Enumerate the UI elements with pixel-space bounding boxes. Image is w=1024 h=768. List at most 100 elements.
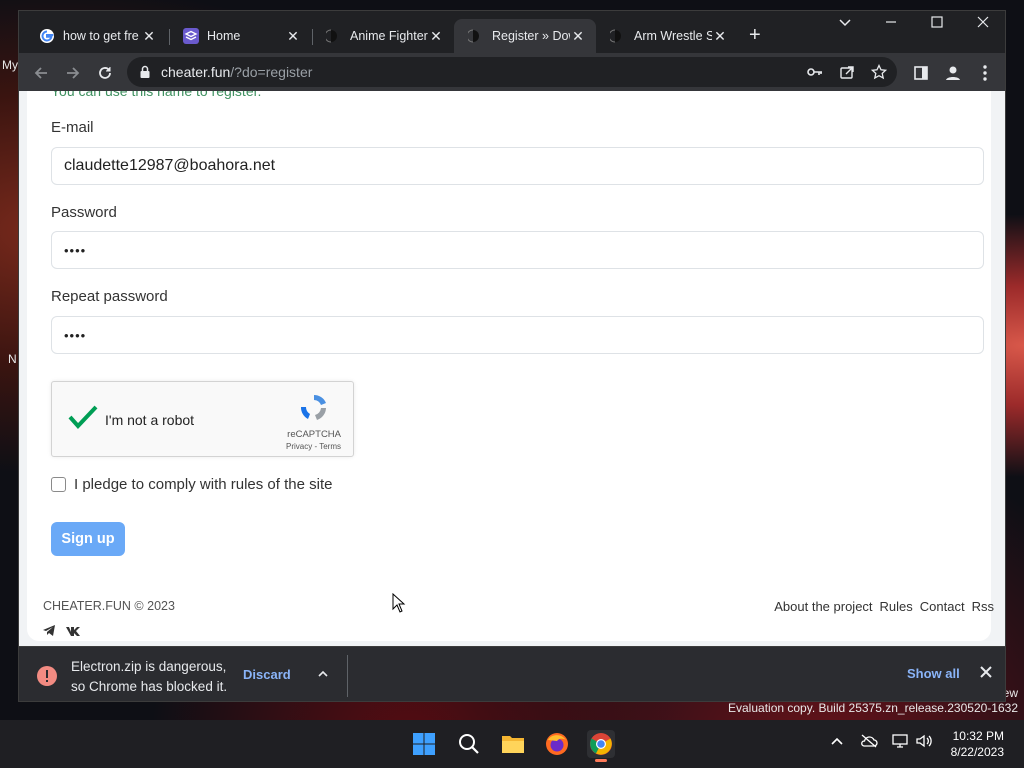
maximize-button[interactable] <box>914 15 960 31</box>
cheater-icon <box>468 28 484 44</box>
tab-register[interactable]: Register » Dow ✕ <box>454 19 596 53</box>
person-icon <box>946 66 960 80</box>
tab-search-button[interactable] <box>822 15 868 32</box>
url-text: cheater.fun/?do=register <box>161 64 312 80</box>
close-icon[interactable]: ✕ <box>428 28 444 45</box>
system-clock[interactable]: 10:32 PM 8/22/2023 <box>951 728 1004 760</box>
clock-time: 10:32 PM <box>952 729 1004 743</box>
kebab-menu-icon <box>983 65 987 81</box>
recaptcha-label: I'm not a robot <box>105 412 195 428</box>
side-panel-button[interactable] <box>909 61 933 85</box>
desktop-label: N <box>8 352 17 366</box>
browser-window: how to get fre ✕ Home ✕ Anime Fighter ✕ … <box>18 10 1006 702</box>
checkmark-icon[interactable] <box>68 404 98 435</box>
browser-toolbar: cheater.fun/?do=register <box>19 53 1005 91</box>
start-icon[interactable] <box>410 730 438 758</box>
profile-button[interactable] <box>941 61 965 85</box>
register-card: You can use this name to register. E-mai… <box>27 91 991 641</box>
tab-anime-fighter[interactable]: Anime Fighter ✕ <box>312 19 454 53</box>
repeat-password-field[interactable]: •••• <box>51 316 984 354</box>
taskbar: 10:32 PM 8/22/2023 <box>0 720 1024 768</box>
close-icon[interactable]: ✕ <box>712 28 728 45</box>
close-window-button[interactable] <box>960 15 1005 31</box>
lock-icon[interactable] <box>139 65 151 84</box>
pledge-checkbox[interactable] <box>51 477 66 492</box>
cloud-offline-icon[interactable] <box>860 734 878 753</box>
close-icon[interactable] <box>979 665 993 684</box>
tab-title: Register » Dow <box>492 29 570 43</box>
desktop-label: My <box>2 58 18 72</box>
new-tab-button[interactable]: + <box>749 25 761 45</box>
stack-icon <box>183 28 199 44</box>
chrome-icon[interactable] <box>587 730 615 762</box>
recaptcha-brand: reCAPTCHA <box>287 429 341 440</box>
footer-link-about[interactable]: About the project <box>774 599 872 614</box>
tab-arm-wrestle[interactable]: Arm Wrestle S ✕ <box>596 19 738 53</box>
warning-icon <box>36 665 58 692</box>
chevron-up-icon[interactable] <box>830 734 844 752</box>
search-icon[interactable] <box>455 730 483 758</box>
telegram-icon[interactable] <box>43 623 55 641</box>
network-icon[interactable] <box>892 734 910 753</box>
download-warning-line: Electron.zip is dangerous, <box>71 659 227 674</box>
email-field[interactable]: claudette12987@boahora.net <box>51 147 984 185</box>
cheater-icon <box>610 28 626 44</box>
key-icon[interactable] <box>807 65 823 84</box>
footer-link-contact[interactable]: Contact <box>920 599 965 614</box>
clock-date: 8/22/2023 <box>950 745 1004 759</box>
pledge-checkbox-row[interactable]: I pledge to comply with rules of the sit… <box>51 476 332 493</box>
download-divider <box>347 655 348 697</box>
close-icon[interactable]: ✕ <box>141 28 157 45</box>
url-path: /?do=register <box>230 64 313 80</box>
sign-up-button[interactable]: Sign up <box>51 522 125 556</box>
repeat-password-label: Repeat password <box>51 288 168 305</box>
forward-button[interactable] <box>61 61 85 85</box>
tab-google-search[interactable]: how to get fre ✕ <box>25 19 167 53</box>
arrow-right-icon <box>67 67 80 79</box>
mouse-cursor-icon <box>392 592 406 618</box>
star-icon[interactable] <box>870 63 888 85</box>
close-icon[interactable]: ✕ <box>285 28 301 45</box>
close-icon[interactable]: ✕ <box>570 28 586 45</box>
url-domain: cheater.fun <box>161 64 231 80</box>
username-hint: You can use this name to register. <box>51 91 262 99</box>
discard-button[interactable]: Discard <box>243 667 291 682</box>
side-panel-icon <box>914 66 928 80</box>
recaptcha-logo-icon <box>298 392 330 429</box>
chevron-down-icon <box>839 19 851 27</box>
tab-title: Home <box>207 29 241 43</box>
footer-link-rules[interactable]: Rules <box>880 599 913 614</box>
recaptcha-widget[interactable]: I'm not a robot reCAPTCHA Privacy - Term… <box>51 381 354 457</box>
share-icon[interactable] <box>839 64 855 85</box>
vk-icon[interactable] <box>66 623 80 641</box>
file-explorer-icon[interactable] <box>499 730 527 758</box>
tab-home[interactable]: Home ✕ <box>169 19 311 53</box>
tab-title: how to get fre <box>63 29 139 43</box>
reload-button[interactable] <box>93 61 117 85</box>
volume-icon[interactable] <box>916 734 934 753</box>
recaptcha-links[interactable]: Privacy - Terms <box>286 442 341 451</box>
download-warning-line: so Chrome has blocked it. <box>71 679 228 694</box>
firefox-icon[interactable] <box>543 730 571 758</box>
cheater-icon <box>326 28 342 44</box>
email-label: E-mail <box>51 119 94 136</box>
active-app-indicator <box>595 759 607 762</box>
back-button[interactable] <box>29 61 53 85</box>
chevron-up-icon[interactable] <box>317 667 329 685</box>
download-bar: Electron.zip is dangerous, so Chrome has… <box>19 646 1005 701</box>
minimize-button[interactable] <box>868 15 914 31</box>
show-all-button[interactable]: Show all <box>907 666 960 681</box>
tab-strip: how to get fre ✕ Home ✕ Anime Fighter ✕ … <box>19 11 1005 53</box>
download-warning-text: Electron.zip is dangerous, so Chrome has… <box>71 657 227 697</box>
address-bar[interactable]: cheater.fun/?do=register <box>127 57 897 87</box>
password-field[interactable]: •••• <box>51 231 984 269</box>
page-content: You can use this name to register. E-mai… <box>19 91 1005 646</box>
menu-button[interactable] <box>973 61 997 85</box>
footer-link-rss[interactable]: Rss <box>972 599 994 614</box>
password-label: Password <box>51 204 117 221</box>
evaluation-watermark: Evaluation copy. Build 25375.zn_release.… <box>728 701 1018 715</box>
google-icon <box>39 28 55 44</box>
pledge-label: I pledge to comply with rules of the sit… <box>74 476 333 493</box>
reload-icon <box>99 67 111 79</box>
arrow-left-icon <box>34 67 47 79</box>
